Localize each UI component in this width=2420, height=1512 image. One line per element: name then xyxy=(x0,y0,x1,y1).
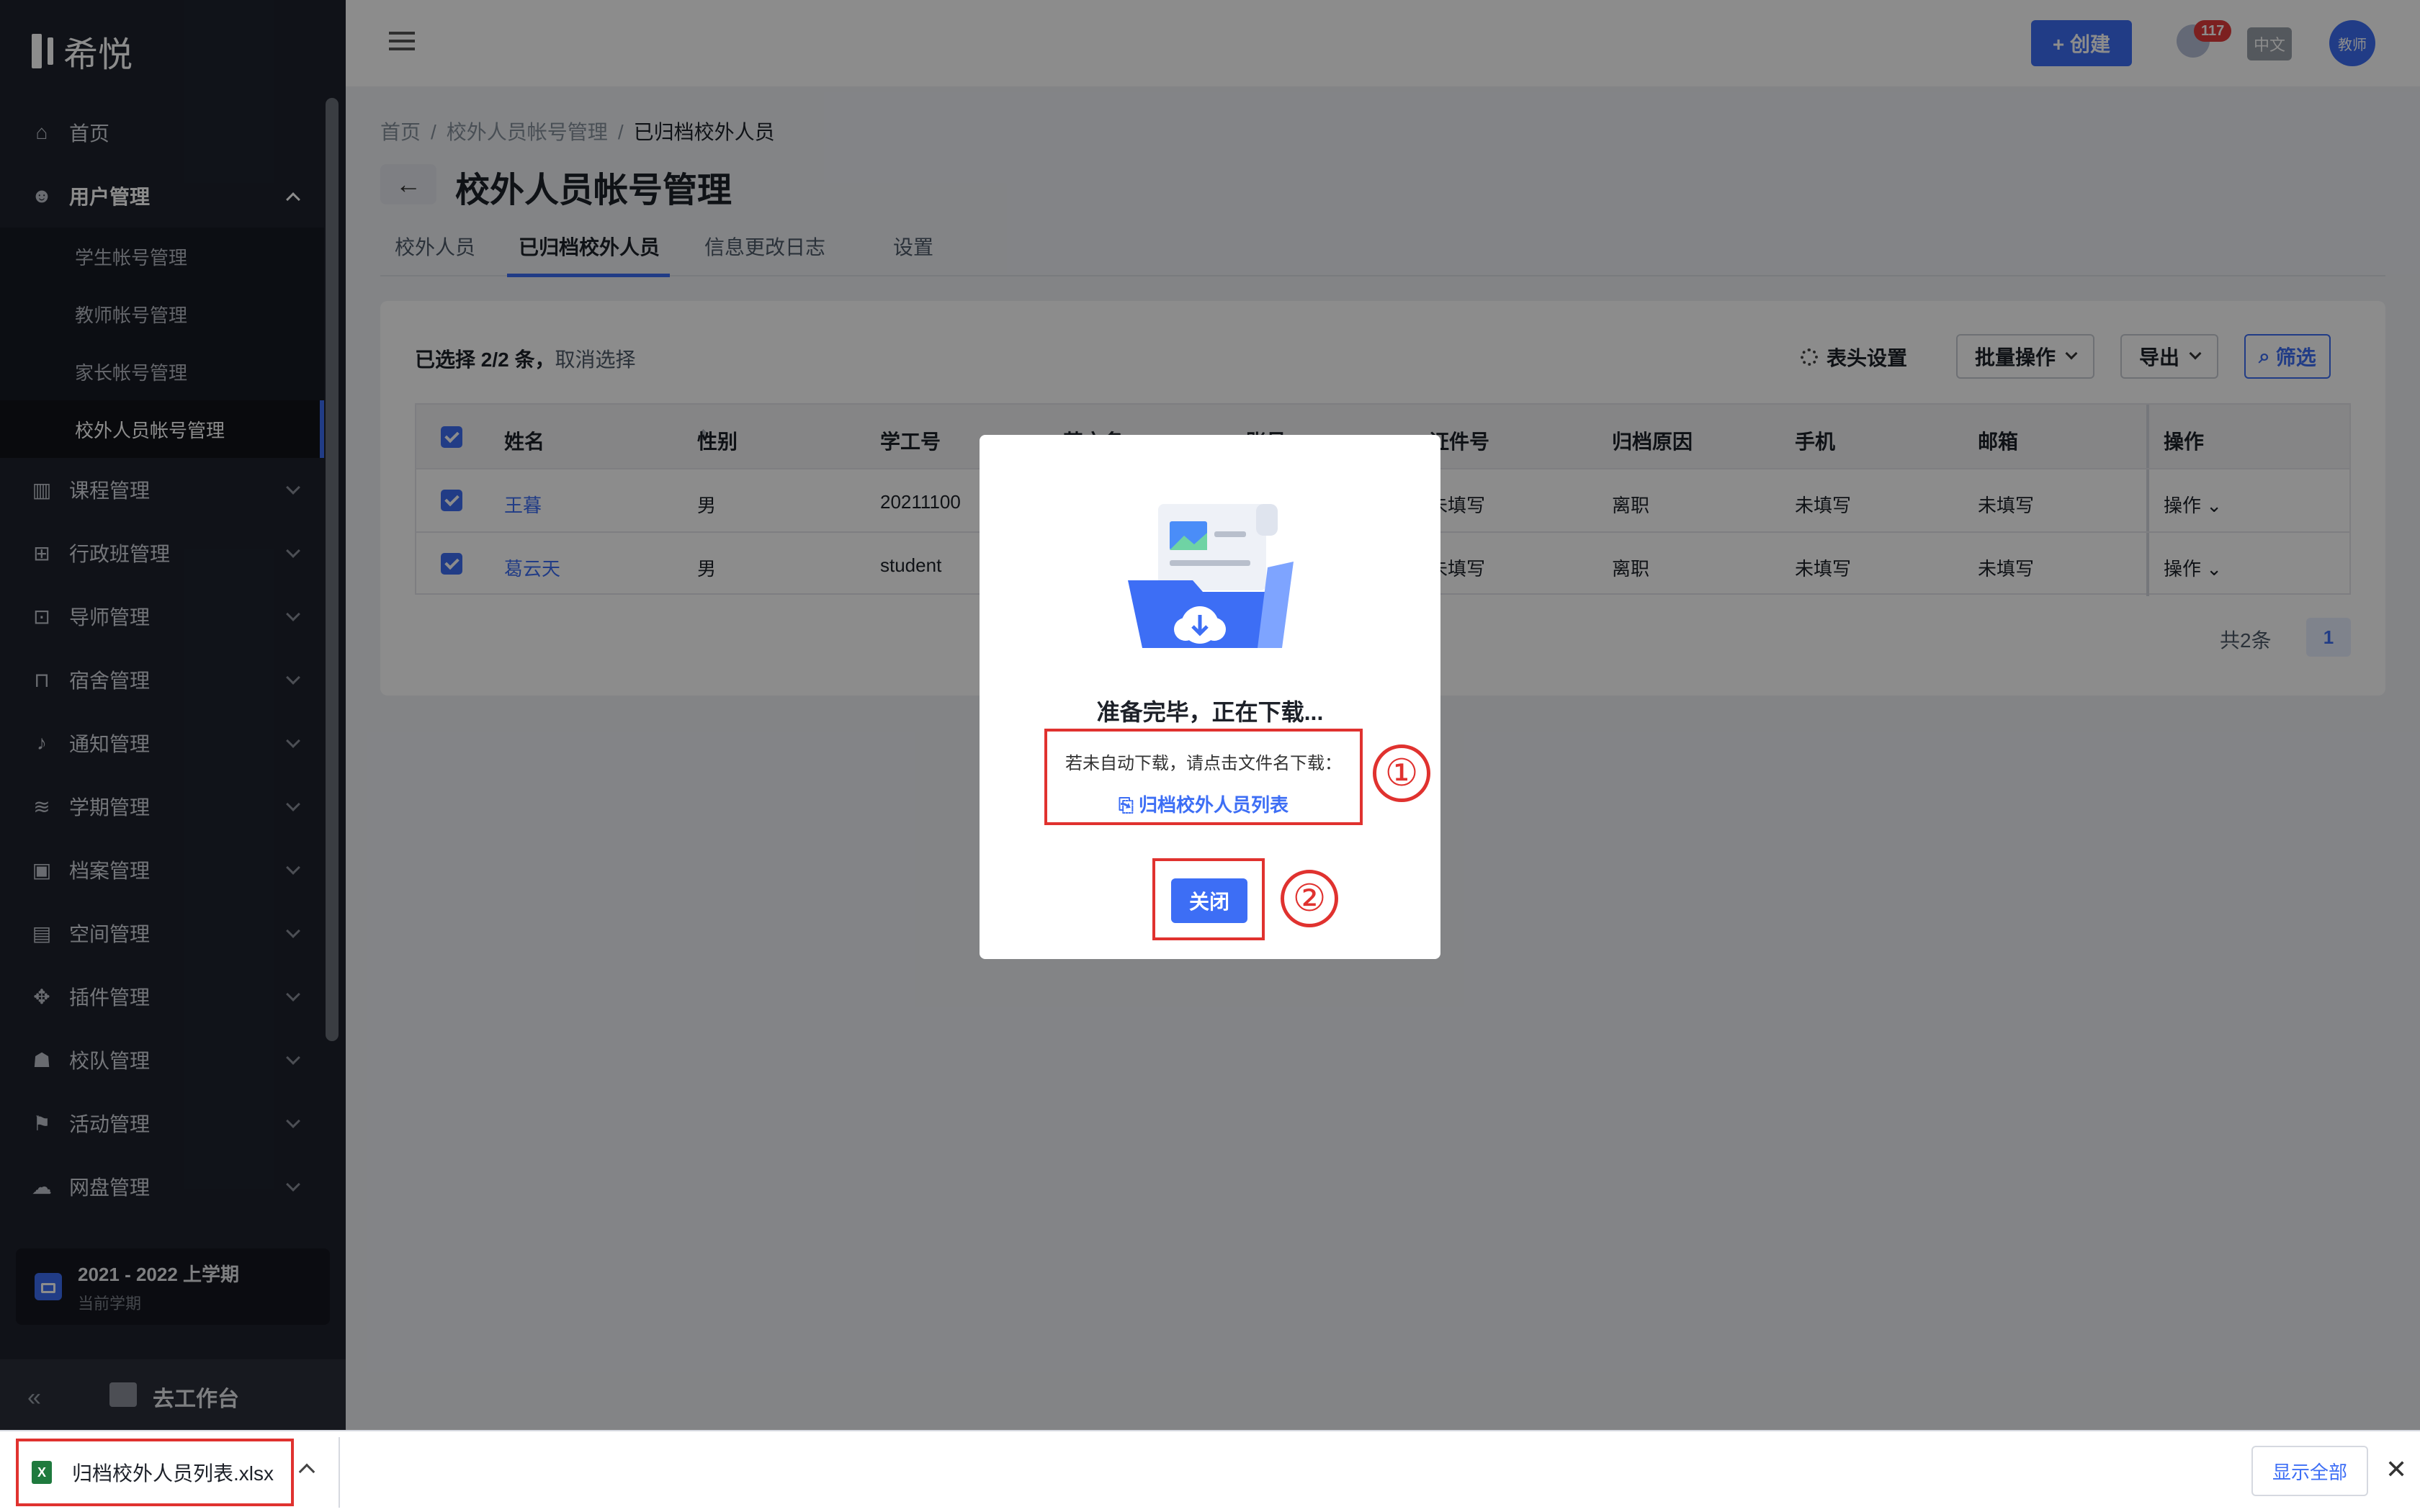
download-hint: 若未自动下载，请点击文件名下载： xyxy=(1065,754,1342,773)
folder-download-illustration xyxy=(1128,504,1294,648)
download-file-name: 归档校外人员列表.xlsx xyxy=(72,1462,274,1485)
file-download-link[interactable]: ⎘ 归档校外人员列表 xyxy=(1047,791,1360,817)
divider xyxy=(339,1437,340,1508)
dialog-title: 准备完毕，正在下载... xyxy=(1096,699,1324,725)
show-all-button[interactable]: 显示全部 xyxy=(2251,1446,2368,1496)
annotation-box-1: 若未自动下载，请点击文件名下载： ⎘ 归档校外人员列表 xyxy=(1044,729,1363,825)
close-button[interactable]: 关闭 xyxy=(1171,878,1247,923)
close-icon[interactable]: ✕ xyxy=(2385,1454,2407,1485)
excel-file-icon: X xyxy=(32,1461,52,1484)
download-dialog: 准备完毕，正在下载... 若未自动下载，请点击文件名下载： ⎘ 归档校外人员列表… xyxy=(980,435,1440,959)
annotation-marker-1: ① xyxy=(1373,744,1430,802)
browser-download-bar: X 归档校外人员列表.xlsx 显示全部 ✕ xyxy=(0,1430,2420,1512)
paperclip-icon: ⎘ xyxy=(1118,794,1139,816)
download-item[interactable]: X 归档校外人员列表.xlsx xyxy=(16,1439,294,1506)
chevron-up-icon[interactable] xyxy=(298,1463,315,1480)
annotation-box-2: 关闭 xyxy=(1152,858,1265,940)
annotation-marker-2: ② xyxy=(1281,870,1338,927)
